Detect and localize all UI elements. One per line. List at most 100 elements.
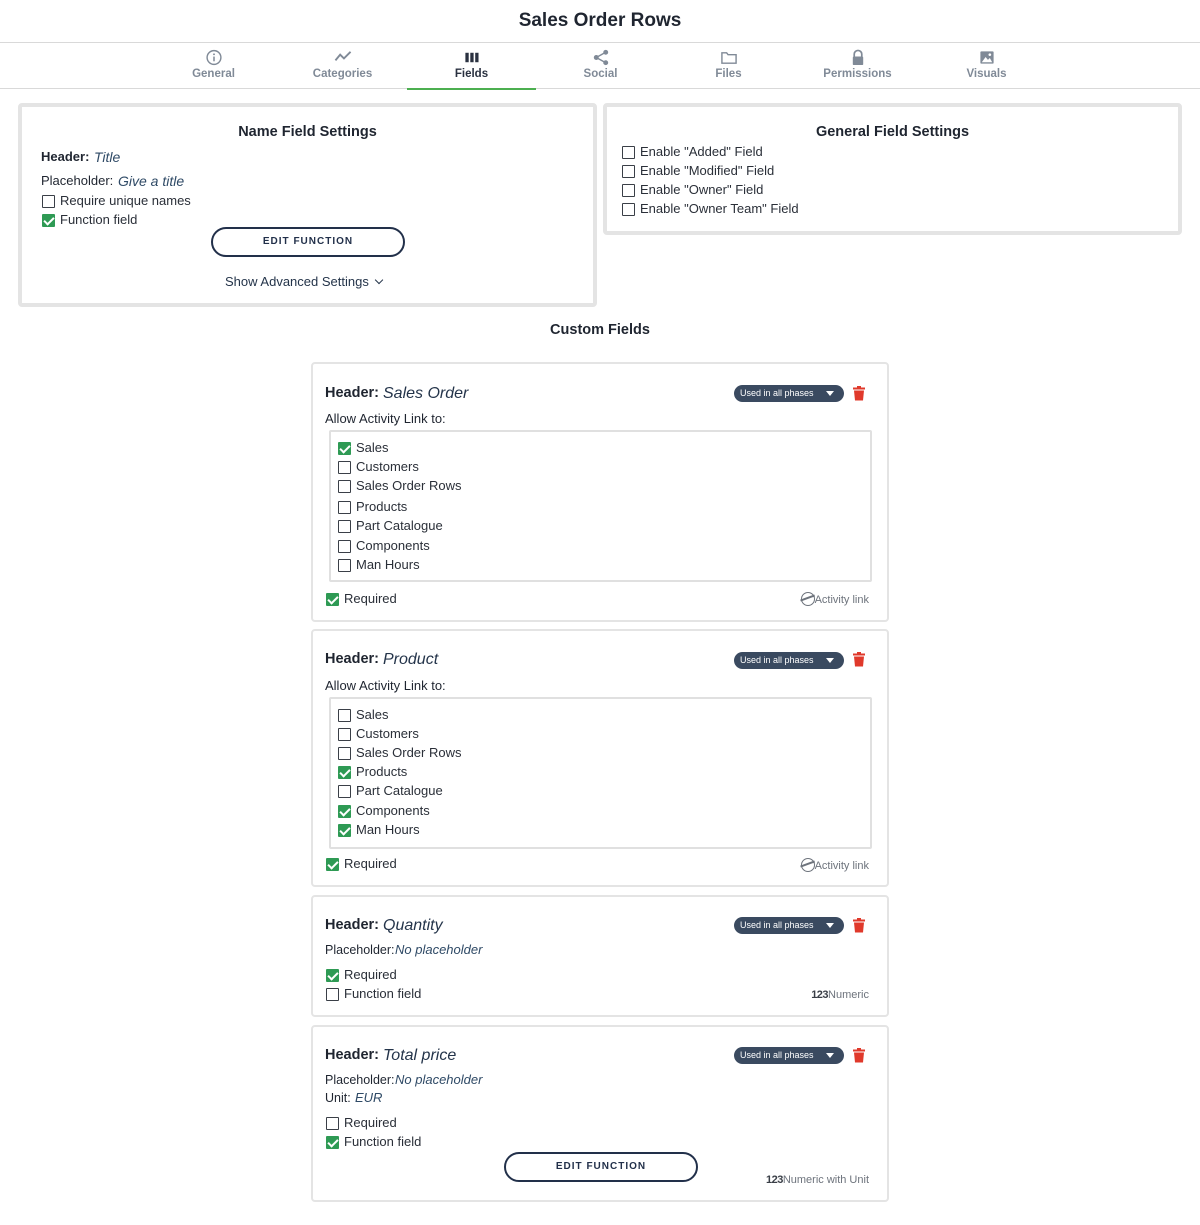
link-sales-order-rows-checkbox[interactable] [338,480,351,493]
advanced-settings-label: Show Advanced Settings [225,274,369,289]
link-products-checkbox[interactable] [338,501,351,514]
link-man-hours-checkbox[interactable] [338,559,351,572]
tab-permissions[interactable]: Permissions [793,43,922,89]
trash-icon[interactable] [853,386,865,401]
placeholder-value[interactable]: Give a title [118,173,184,189]
required-label: Required [344,591,397,606]
panel-title: Name Field Settings [238,124,377,140]
link-part-catalogue-label: Part Catalogue [356,783,443,798]
tab-label: Categories [312,68,373,80]
link-components-label: Components [356,538,430,553]
field-type-indicator: 123Numeric with Unit [766,1174,869,1186]
trash-icon[interactable] [853,1048,865,1063]
image-icon [979,51,994,64]
show-advanced-settings-link[interactable]: Show Advanced Settings [225,274,384,289]
unit-label: Unit: [325,1091,351,1105]
unit-value[interactable]: EUR [355,1090,382,1105]
header-value[interactable]: Total price [383,1047,456,1065]
enable-added-checkbox[interactable] [622,146,635,159]
tab-categories[interactable]: Categories [278,43,407,89]
link-customers-checkbox[interactable] [338,728,351,741]
tab-visuals[interactable]: Visuals [922,43,1051,89]
function-field-label: Function field [344,986,422,1001]
required-checkbox[interactable] [326,858,339,871]
field-type-indicator: Activity link [800,858,869,872]
link-sales-label: Sales [356,440,389,455]
required-checkbox[interactable] [326,593,339,606]
link-customers-label: Customers [356,726,419,741]
tab-general[interactable]: General [149,43,278,89]
function-field-label: Function field [344,1134,422,1149]
allow-link-label: Allow Activity Link to: [325,411,446,426]
link-customers-label: Customers [356,459,419,474]
link-sales-order-rows-checkbox[interactable] [338,747,351,760]
phase-dropdown[interactable]: Used in all phases [734,1047,844,1064]
chevron-down-icon [374,275,384,285]
custom-fields-title: Custom Fields [550,322,650,338]
link-man-hours-label: Man Hours [356,557,420,572]
edit-function-button[interactable]: EDIT FUNCTION [211,227,405,257]
required-label: Required [344,967,397,982]
general-field-settings-panel: General Field Settings Enable "Added" Fi… [603,103,1182,235]
function-field-checkbox[interactable] [42,214,55,227]
link-man-hours-checkbox[interactable] [338,824,351,837]
activity-link-list: Sales Customers Sales Order Rows Product… [329,697,872,849]
enable-added-label: Enable "Added" Field [640,144,763,159]
phase-dropdown[interactable]: Used in all phases [734,917,844,934]
required-label: Required [344,1115,397,1130]
activity-link-icon [800,858,815,872]
phase-dropdown[interactable]: Used in all phases [734,652,844,669]
columns-icon [464,52,479,63]
header-label: Header: [325,651,379,667]
tab-label: Permissions [823,68,892,80]
enable-owner-team-checkbox[interactable] [622,203,635,216]
tab-label: Files [715,68,742,80]
header-value[interactable]: Title [94,149,120,165]
phase-label: Used in all phases [740,920,814,930]
field-type-label: Activity link [814,594,869,606]
link-products-checkbox[interactable] [338,766,351,779]
link-components-checkbox[interactable] [338,805,351,818]
function-field-checkbox[interactable] [326,988,339,1001]
share-icon [593,49,608,66]
placeholder-value[interactable]: No placeholder [395,942,482,957]
link-part-catalogue-label: Part Catalogue [356,518,443,533]
link-components-checkbox[interactable] [338,540,351,553]
enable-owner-team-label: Enable "Owner Team" Field [640,201,799,216]
folder-icon [720,52,737,64]
allow-link-label: Allow Activity Link to: [325,678,446,693]
placeholder-value[interactable]: No placeholder [395,1072,482,1087]
header-label: Header: [41,149,90,164]
placeholder-label: Placeholder: [41,173,114,188]
field-type-label: Numeric [828,989,869,1001]
edit-function-button[interactable]: EDIT FUNCTION [504,1152,698,1182]
header-label: Header: [325,385,379,401]
required-checkbox[interactable] [326,1117,339,1130]
require-unique-label: Require unique names [60,193,191,208]
activity-link-icon [800,592,815,606]
phase-dropdown[interactable]: Used in all phases [734,385,844,402]
enable-modified-checkbox[interactable] [622,165,635,178]
header-value[interactable]: Sales Order [383,385,468,403]
trash-icon[interactable] [853,918,865,933]
enable-modified-label: Enable "Modified" Field [640,163,775,178]
tab-social[interactable]: Social [536,43,665,89]
header-value[interactable]: Quantity [383,917,443,935]
tab-bar: General Categories Fields Social Files P… [0,43,1200,90]
link-part-catalogue-checkbox[interactable] [338,520,351,533]
link-sales-checkbox[interactable] [338,709,351,722]
required-checkbox[interactable] [326,969,339,982]
trash-icon[interactable] [853,652,865,667]
link-customers-checkbox[interactable] [338,461,351,474]
function-field-checkbox[interactable] [326,1136,339,1149]
field-type-indicator: 123Numeric [811,989,869,1001]
link-products-label: Products [356,499,408,514]
tab-fields[interactable]: Fields [407,43,536,90]
link-sales-checkbox[interactable] [338,442,351,455]
phase-label: Used in all phases [740,1050,814,1060]
require-unique-checkbox[interactable] [42,195,55,208]
tab-files[interactable]: Files [664,43,793,89]
link-part-catalogue-checkbox[interactable] [338,785,351,798]
enable-owner-checkbox[interactable] [622,184,635,197]
header-value[interactable]: Product [383,651,438,669]
